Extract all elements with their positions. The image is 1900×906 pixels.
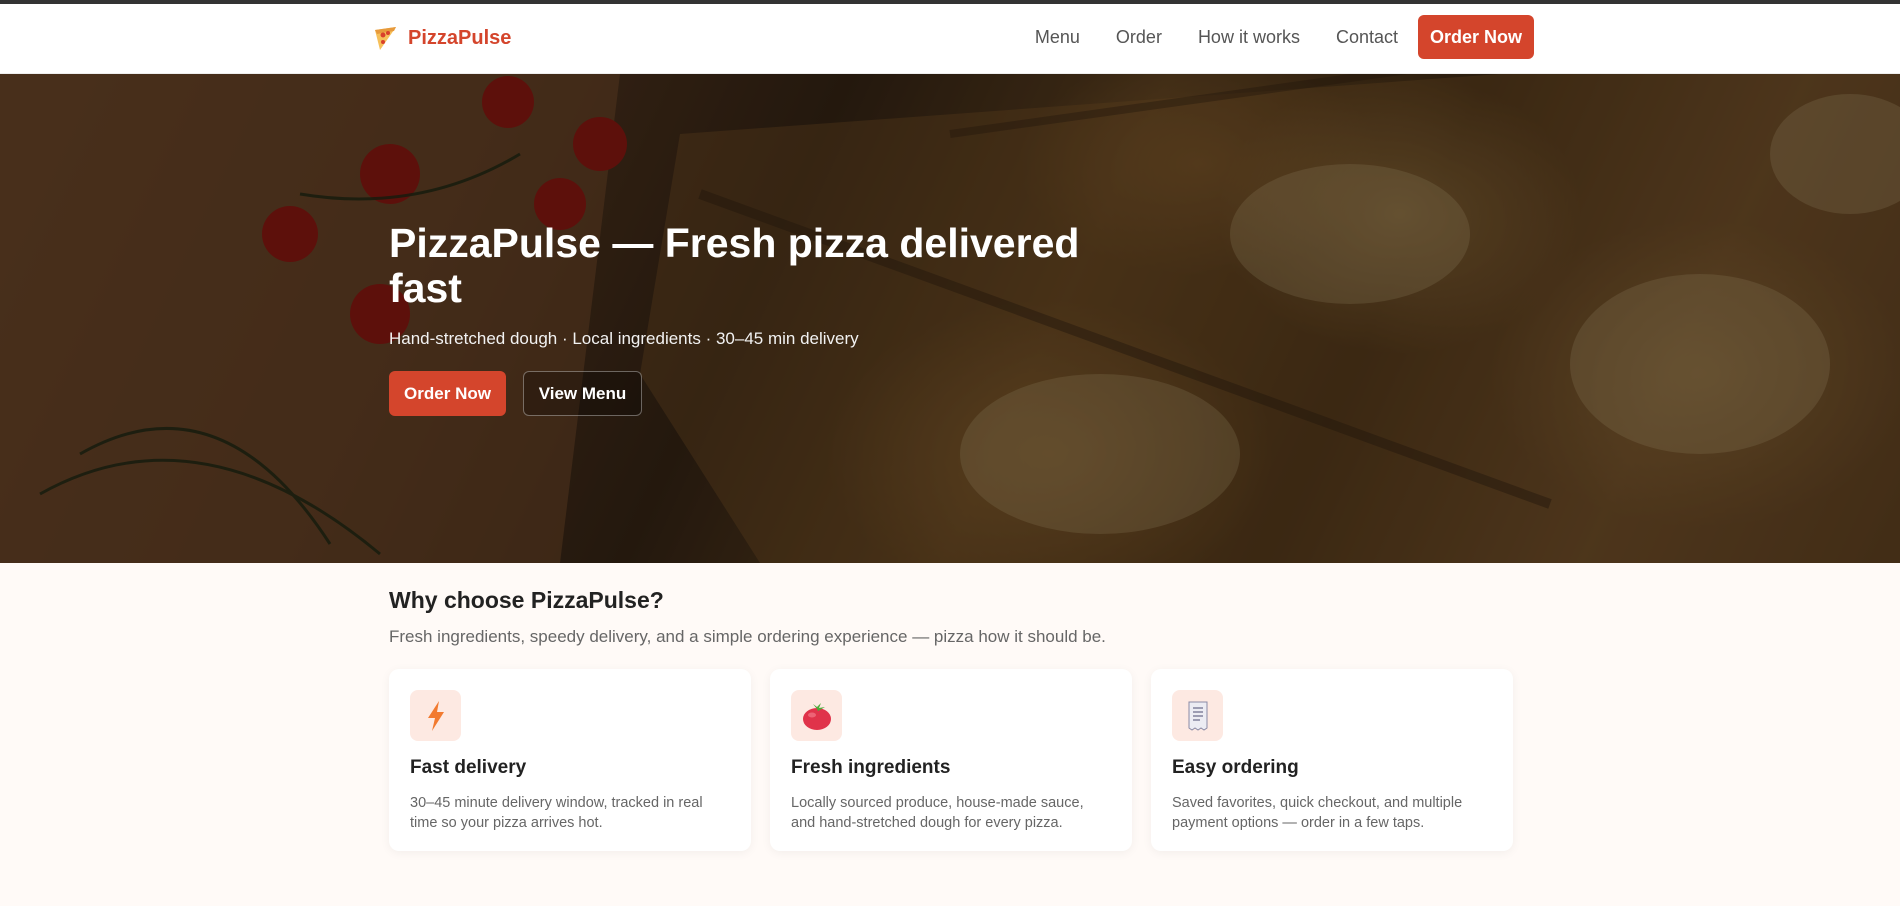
features-title: Why choose PizzaPulse? xyxy=(389,587,664,613)
brand[interactable]: PizzaPulse xyxy=(372,24,511,52)
navbar: PizzaPulse Menu Order How it works Conta… xyxy=(0,4,1900,74)
feature-title: Easy ordering xyxy=(1172,757,1299,778)
hero-title: PizzaPulse — Fresh pizza delivered fast xyxy=(389,220,1080,311)
nav-order-now-button[interactable]: Order Now xyxy=(1418,15,1534,59)
main-nav: Menu Order How it works Contact Order No… xyxy=(1035,15,1534,59)
nav-link-order[interactable]: Order xyxy=(1116,15,1162,59)
nav-link-contact[interactable]: Contact xyxy=(1336,15,1398,59)
hero-content: PizzaPulse — Fresh pizza delivered fast … xyxy=(389,221,1149,416)
feature-description: Saved favorites, quick checkout, and mul… xyxy=(1172,795,1463,831)
feature-card-easy-ordering: Easy ordering Saved favorites, quick che… xyxy=(1151,669,1513,851)
receipt-icon xyxy=(1172,690,1223,741)
feature-description: Locally sourced produce, house-made sauc… xyxy=(791,795,1084,831)
feature-card-fast-delivery: Fast delivery 30–45 minute delivery wind… xyxy=(389,669,751,851)
feature-title: Fast delivery xyxy=(410,757,527,778)
nav-link-how-it-works[interactable]: How it works xyxy=(1198,15,1300,59)
hero-subtitle: Hand-stretched dough · Local ingredients… xyxy=(389,329,859,348)
nav-link-menu[interactable]: Menu xyxy=(1035,15,1080,59)
tomato-icon xyxy=(791,690,842,741)
feature-title: Fresh ingredients xyxy=(791,757,951,778)
feature-description: 30–45 minute delivery window, tracked in… xyxy=(410,795,703,831)
hero-order-now-button[interactable]: Order Now xyxy=(389,371,506,416)
features-section: Why choose PizzaPulse? Fresh ingredients… xyxy=(0,563,1900,906)
brand-name: PizzaPulse xyxy=(408,26,512,49)
feature-cards: Fast delivery 30–45 minute delivery wind… xyxy=(389,669,1513,851)
hero-section: PizzaPulse — Fresh pizza delivered fast … xyxy=(0,74,1900,563)
hero-actions: Order Now View Menu xyxy=(389,371,1149,416)
features-subtitle: Fresh ingredients, speedy delivery, and … xyxy=(389,627,1106,646)
pizza-slice-icon xyxy=(372,24,398,52)
feature-card-fresh-ingredients: Fresh ingredients Locally sourced produc… xyxy=(770,669,1132,851)
lightning-bolt-icon xyxy=(410,690,461,741)
view-menu-button[interactable]: View Menu xyxy=(523,371,642,416)
